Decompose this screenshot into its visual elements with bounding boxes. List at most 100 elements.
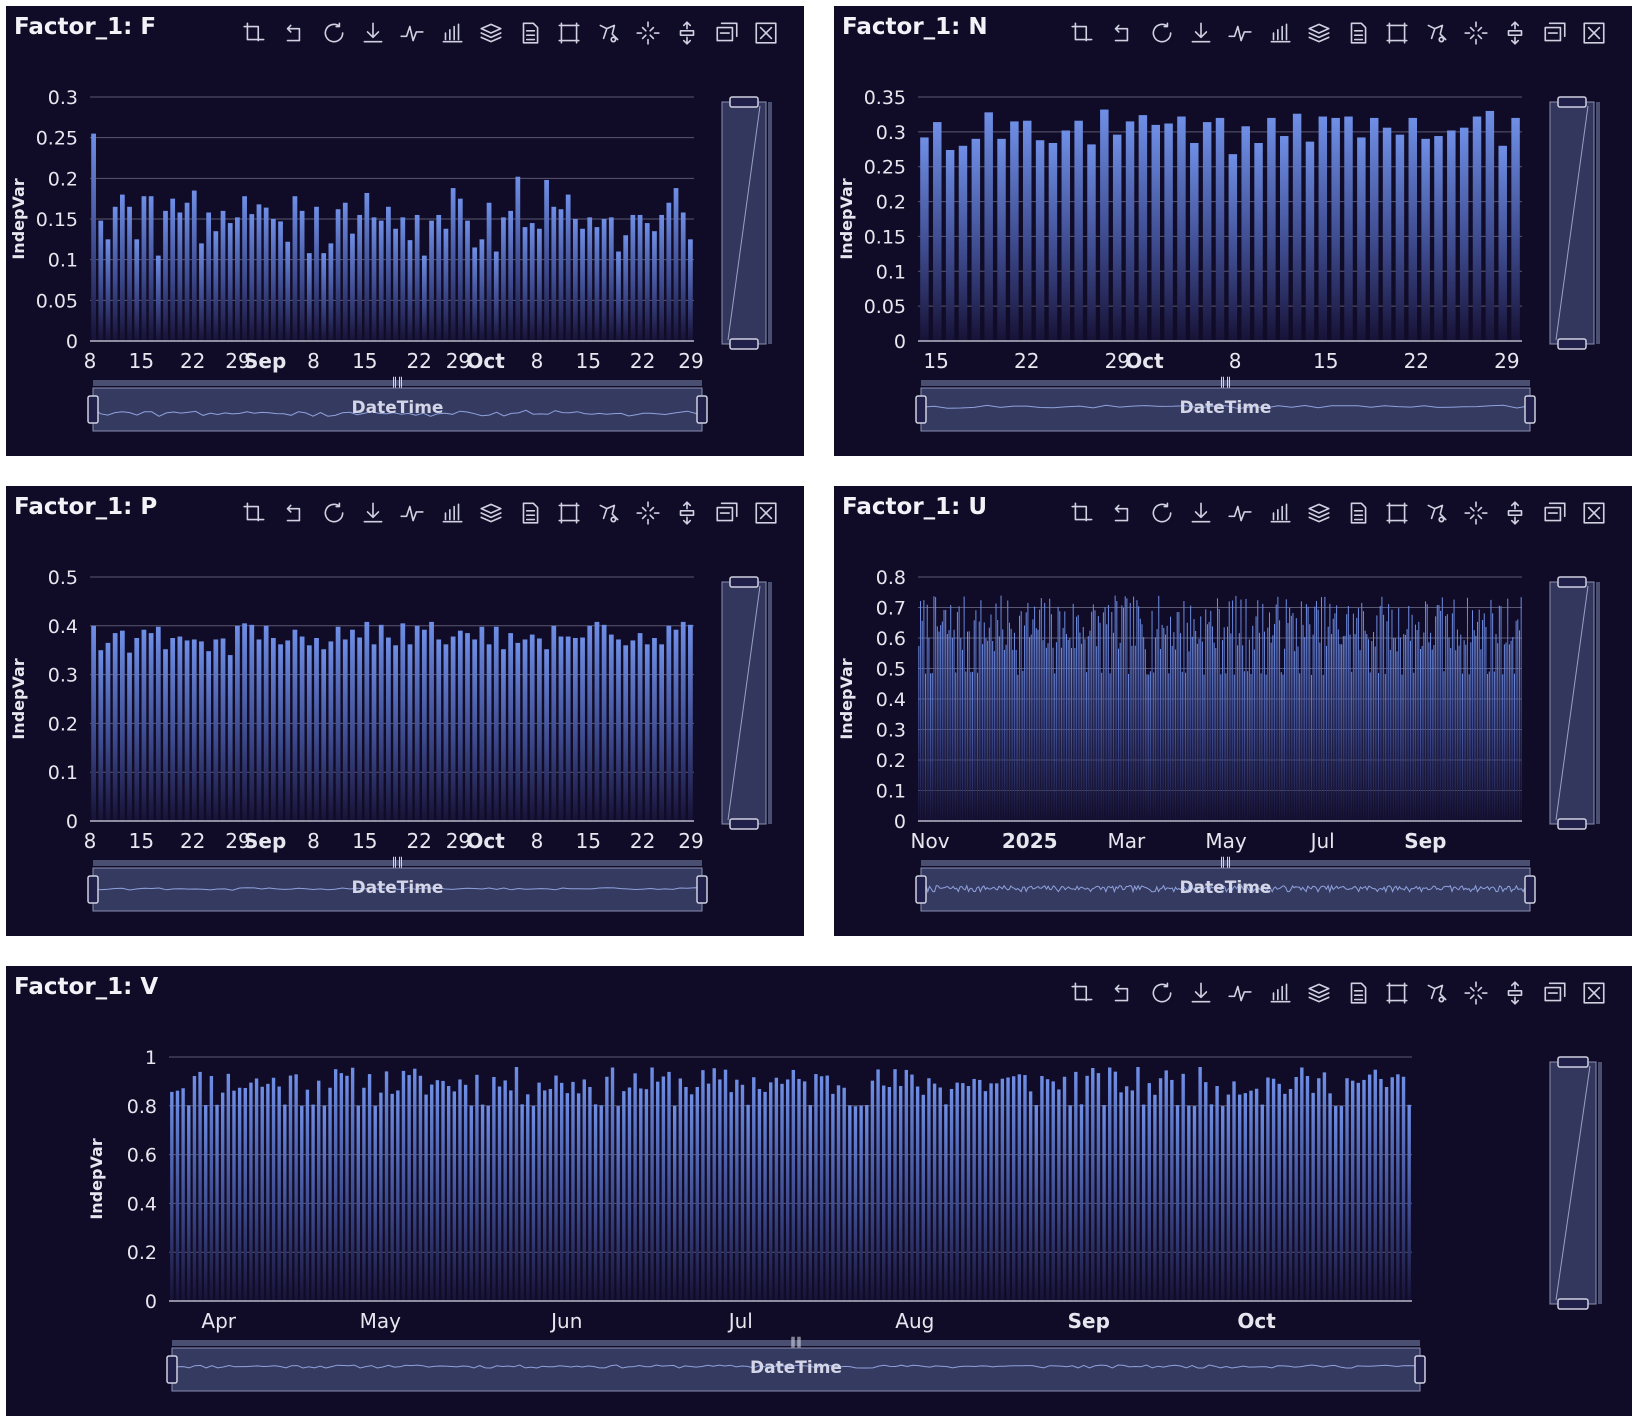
bar[interactable] [371, 644, 377, 821]
bar[interactable] [814, 1074, 818, 1301]
bar[interactable] [321, 253, 327, 341]
bar[interactable] [1215, 1086, 1219, 1301]
bar[interactable] [1049, 598, 1051, 821]
bar[interactable] [220, 638, 226, 821]
bar[interactable] [283, 1104, 287, 1301]
bar[interactable] [339, 1073, 344, 1301]
bar[interactable] [1077, 615, 1079, 821]
bar[interactable] [1203, 674, 1205, 821]
bar[interactable] [1423, 632, 1425, 821]
bar[interactable] [1243, 671, 1245, 821]
bar[interactable] [1086, 672, 1088, 821]
bar[interactable] [1096, 1073, 1101, 1301]
bar[interactable] [1279, 620, 1281, 821]
bar[interactable] [1161, 624, 1163, 821]
bar[interactable] [1051, 1081, 1055, 1301]
bar[interactable] [1156, 629, 1158, 821]
bar[interactable] [1074, 648, 1076, 821]
bar[interactable] [735, 1079, 739, 1301]
bar[interactable] [204, 1105, 208, 1301]
bar[interactable] [119, 194, 125, 341]
bar[interactable] [1168, 673, 1170, 821]
bar[interactable] [565, 636, 571, 821]
bar[interactable] [920, 601, 922, 821]
bar[interactable] [1430, 632, 1432, 821]
bar[interactable] [1435, 616, 1437, 821]
bar[interactable] [1136, 1067, 1140, 1301]
bar[interactable] [249, 1082, 253, 1301]
bar[interactable] [386, 637, 391, 821]
bar[interactable] [601, 219, 607, 341]
bar[interactable] [1518, 630, 1520, 821]
bar[interactable] [357, 214, 363, 341]
bar[interactable] [1130, 1090, 1135, 1301]
bar[interactable] [1302, 624, 1304, 821]
bar[interactable] [988, 627, 990, 821]
bar[interactable] [1123, 607, 1125, 821]
bar[interactable] [1461, 673, 1463, 821]
bar[interactable] [306, 645, 312, 821]
bar[interactable] [515, 642, 521, 821]
bar[interactable] [548, 1088, 553, 1301]
bar[interactable] [554, 1075, 558, 1301]
bar[interactable] [623, 235, 629, 341]
bar[interactable] [949, 1088, 954, 1301]
bar[interactable] [870, 1080, 875, 1301]
bar[interactable] [393, 228, 398, 341]
bar[interactable] [1327, 626, 1329, 821]
bar[interactable] [1134, 645, 1136, 821]
bar[interactable] [1223, 627, 1225, 821]
bar[interactable] [987, 640, 989, 821]
bar[interactable] [785, 1079, 790, 1301]
bar[interactable] [1190, 143, 1199, 341]
bar[interactable] [1091, 611, 1093, 821]
bar[interactable] [479, 239, 485, 341]
bar[interactable] [956, 612, 958, 821]
bar[interactable] [1061, 130, 1071, 341]
bar[interactable] [887, 1087, 892, 1301]
bar[interactable] [209, 1076, 214, 1301]
bar[interactable] [1319, 642, 1321, 821]
bar[interactable] [1204, 1082, 1208, 1301]
bar[interactable] [1463, 640, 1465, 821]
bar[interactable] [342, 202, 348, 341]
bar[interactable] [1193, 619, 1195, 821]
bar[interactable] [1000, 595, 1002, 821]
bar[interactable] [995, 1083, 999, 1301]
bar[interactable] [689, 1094, 694, 1301]
bar[interactable] [580, 637, 585, 821]
bar[interactable] [695, 1087, 699, 1301]
bar[interactable] [1326, 645, 1328, 821]
bar[interactable] [1434, 136, 1443, 341]
bar[interactable] [588, 1087, 592, 1301]
bar[interactable] [1215, 117, 1225, 342]
bar[interactable] [1396, 1074, 1400, 1301]
bar[interactable] [1287, 623, 1289, 821]
bar[interactable] [1362, 611, 1364, 821]
bar[interactable] [943, 609, 945, 821]
bar[interactable] [235, 625, 240, 821]
bar[interactable] [1034, 1105, 1038, 1301]
bar[interactable] [1312, 634, 1314, 821]
bar[interactable] [270, 638, 276, 821]
bar[interactable] [285, 640, 291, 821]
bar[interactable] [688, 624, 693, 821]
bar[interactable] [1100, 109, 1109, 341]
bar[interactable] [206, 212, 212, 341]
bar[interactable] [1108, 1067, 1112, 1301]
slider-handle[interactable] [87, 395, 99, 424]
bar[interactable] [774, 1077, 779, 1301]
bar[interactable] [407, 240, 413, 341]
bar[interactable] [529, 634, 535, 821]
bar[interactable] [1421, 645, 1423, 821]
bar[interactable] [921, 620, 923, 821]
bar[interactable] [1407, 1104, 1411, 1301]
bar[interactable] [232, 1090, 236, 1301]
bar[interactable] [797, 1078, 801, 1301]
bar[interactable] [237, 1087, 242, 1301]
bar[interactable] [1431, 649, 1433, 821]
bar[interactable] [522, 639, 528, 821]
bar[interactable] [1171, 645, 1173, 821]
bar[interactable] [930, 673, 932, 821]
vertical-slider-handle[interactable] [1557, 576, 1587, 588]
